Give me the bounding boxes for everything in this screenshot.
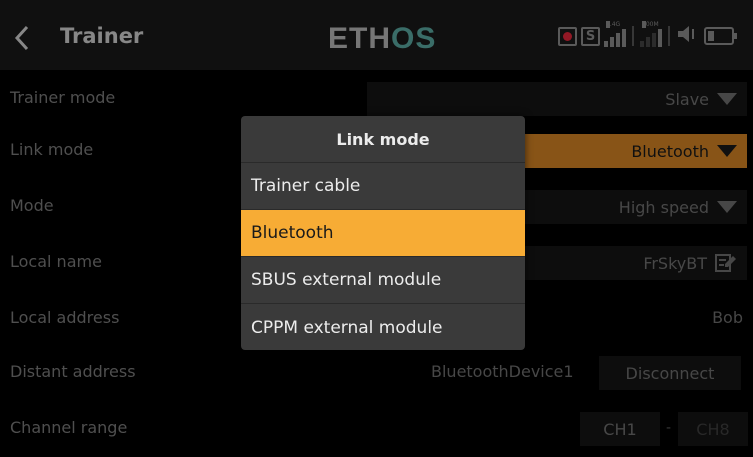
status-area: S 2.4G 900M: [558, 21, 737, 48]
channel-end-select[interactable]: CH8: [678, 412, 748, 446]
trainer-mode-label: Trainer mode: [10, 88, 116, 107]
local-name-field[interactable]: FrSkyBT: [525, 246, 747, 280]
channel-range-label: Channel range: [10, 418, 128, 437]
link-mode-select[interactable]: Bluetooth: [525, 134, 747, 168]
popup-title: Link mode: [241, 116, 525, 163]
popup-option-trainer-cable[interactable]: Trainer cable: [241, 163, 525, 210]
title-bar: Trainer ETHOS S 2.4G 900M: [0, 0, 753, 70]
link-mode-popup: Link mode Trainer cable Bluetooth SBUS e…: [241, 116, 525, 350]
mode-label: Mode: [10, 196, 54, 215]
dropdown-arrow-icon: [717, 145, 737, 157]
disconnect-button[interactable]: Disconnect: [599, 356, 741, 390]
local-name-label: Local name: [10, 252, 102, 271]
trainer-mode-select[interactable]: Slave: [367, 82, 747, 116]
ethos-logo: ETHOS: [328, 22, 437, 55]
local-address-value: Bob: [712, 308, 743, 327]
distant-address-value: BluetoothDevice1: [431, 362, 574, 381]
popup-option-bluetooth[interactable]: Bluetooth: [241, 210, 525, 257]
dropdown-arrow-icon: [717, 201, 737, 213]
dropdown-arrow-icon: [717, 93, 737, 105]
popup-option-cppm-external-module[interactable]: CPPM external module: [241, 304, 525, 350]
record-icon: [558, 26, 577, 46]
edit-icon: [715, 254, 736, 272]
telemetry-signal-icon: 900M: [640, 21, 662, 47]
chevron-left-icon: [14, 25, 29, 51]
channel-range-separator: -: [666, 420, 672, 436]
back-button[interactable]: [12, 22, 32, 54]
popup-option-sbus-external-module[interactable]: SBUS external module: [241, 257, 525, 304]
row-distant-address: Distant address BluetoothDevice1 Disconn…: [0, 348, 753, 398]
battery-icon: [704, 27, 737, 45]
channel-start-select[interactable]: CH1: [580, 412, 660, 446]
s-status-icon: S: [581, 26, 600, 46]
distant-address-label: Distant address: [10, 362, 136, 381]
rx-signal-icon: 2.4G: [604, 21, 626, 47]
page-title: Trainer: [60, 24, 144, 48]
link-mode-label: Link mode: [10, 140, 94, 159]
speaker-icon: [676, 24, 698, 48]
local-address-label: Local address: [10, 308, 120, 327]
mode-select[interactable]: High speed: [525, 190, 747, 224]
row-channel-range: Channel range CH1 - CH8: [0, 404, 753, 454]
